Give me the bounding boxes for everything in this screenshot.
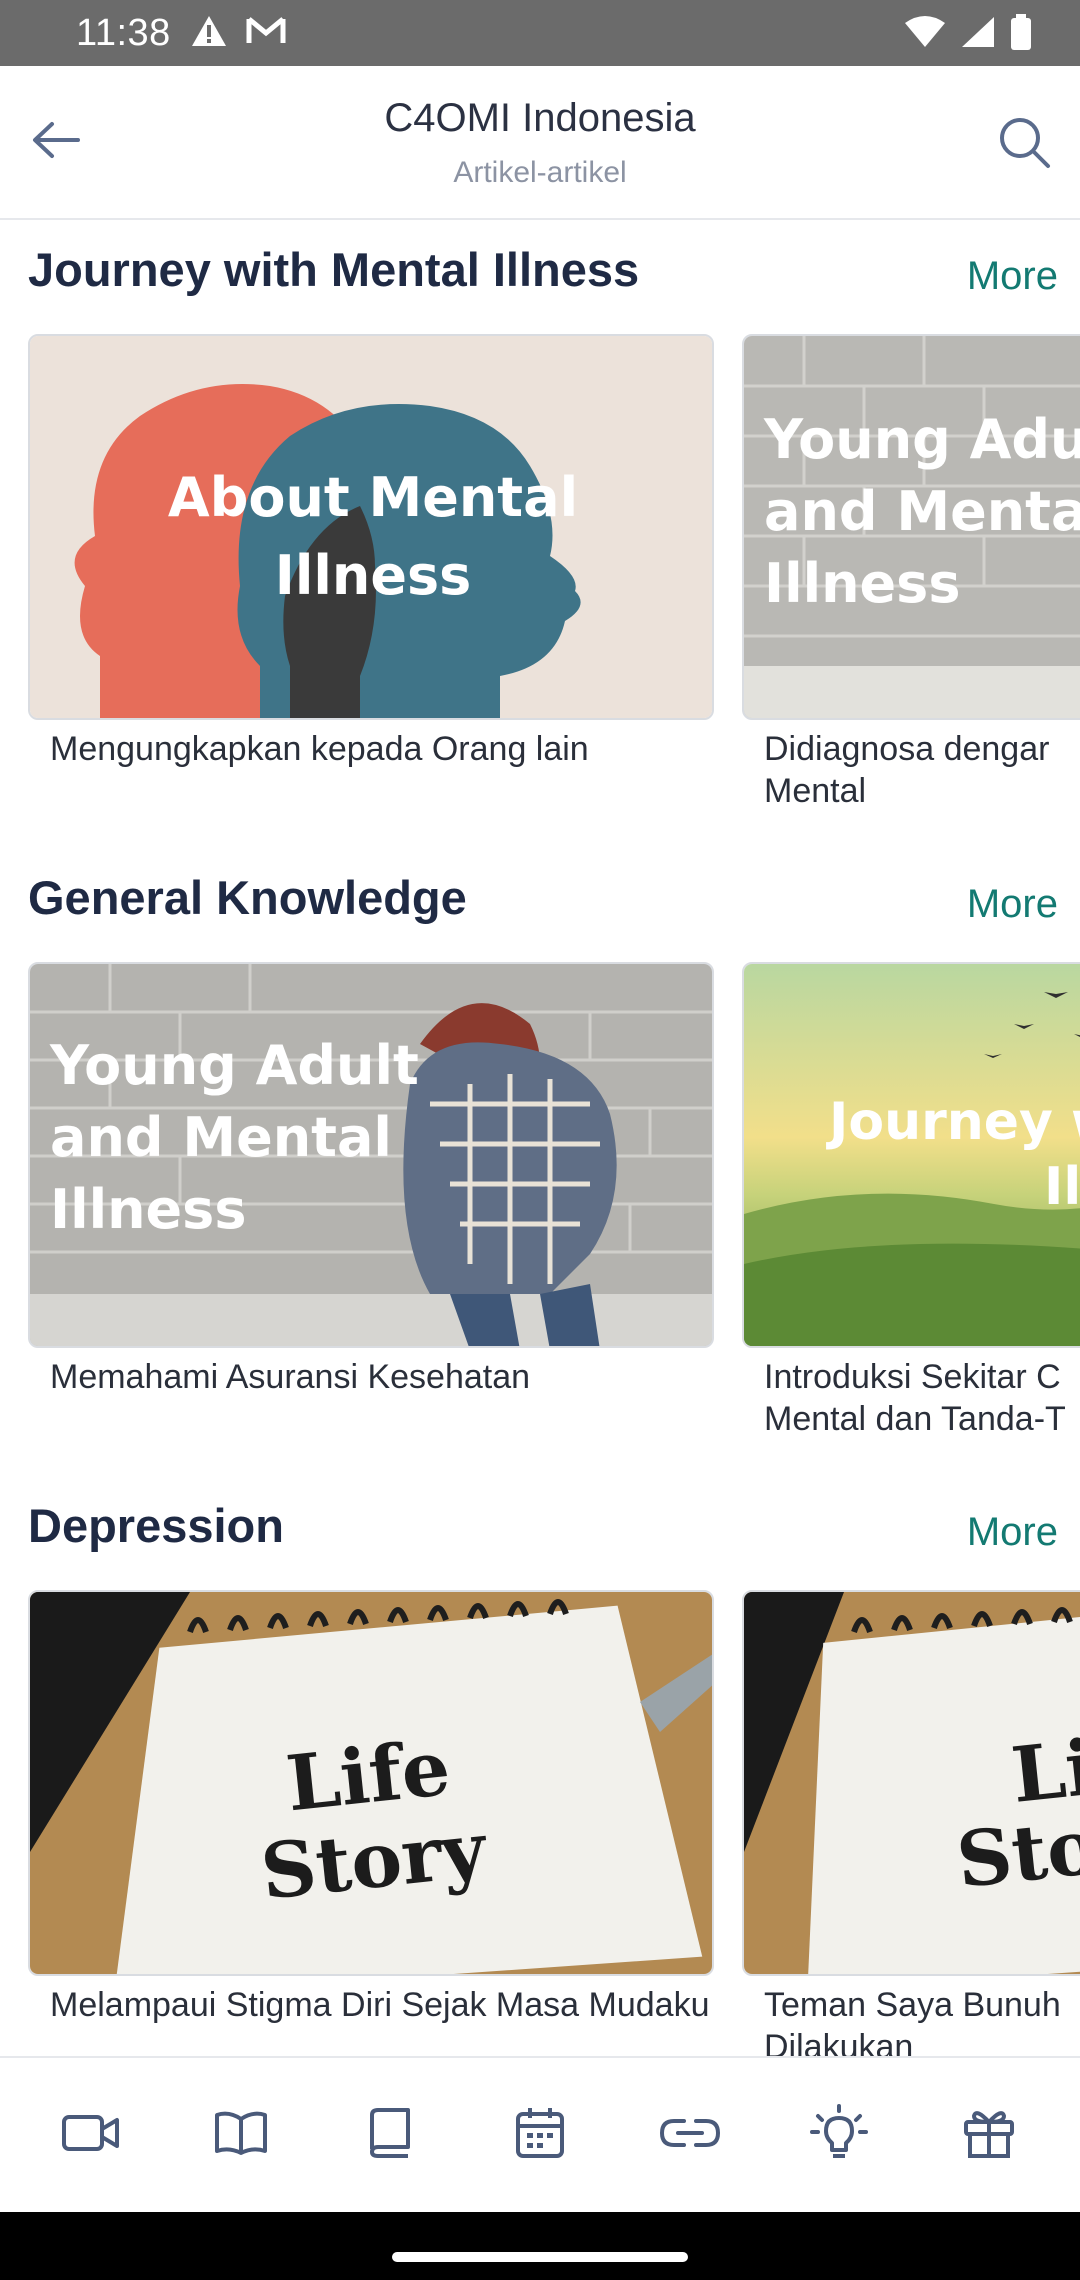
home-gesture-handle[interactable] <box>392 2252 688 2262</box>
thumbnail-text: and Mental <box>50 1106 392 1169</box>
section-journey-with-mental-illness: Journey with Mental Illness More About M… <box>0 228 1080 828</box>
thumbnail-text: About Mental <box>168 466 578 529</box>
section-title: General Knowledge <box>28 871 467 924</box>
app-header: C4OMI Indonesia Artikel-artikel <box>0 66 1080 220</box>
article-title: Didiagnosa dengar Mental <box>764 730 1050 810</box>
more-link[interactable]: More <box>967 1510 1058 1555</box>
article-thumbnail: About Mental Illness <box>28 334 714 720</box>
thumbnail-text: Young Adult <box>49 1034 419 1097</box>
article-card[interactable]: Journey w Illn Introduksi Sekitar C Ment… <box>742 962 1080 1440</box>
link-icon <box>658 2113 722 2158</box>
book-icon <box>366 2107 414 2164</box>
article-thumbnail: Li Sto <box>742 1590 1080 1976</box>
page-title: C4OMI Indonesia <box>384 96 696 140</box>
wifi-icon <box>904 15 946 54</box>
thumbnail-text: Illness <box>50 1178 246 1241</box>
article-card[interactable]: Li Sto Teman Saya Bunuh Dilakukan <box>742 1590 1080 2056</box>
section-title: Depression <box>28 1499 284 1552</box>
thumbnail-text: Journey w <box>826 1092 1080 1152</box>
video-icon <box>61 2111 121 2160</box>
nav-reading[interactable] <box>181 2075 301 2195</box>
nav-gifts[interactable] <box>929 2075 1049 2195</box>
system-navigation-bar <box>0 2212 1080 2280</box>
article-title: Melampaui Stigma Diri Sejak Masa Mudaku <box>50 1986 710 2024</box>
thumbnail-text: Illness <box>764 552 960 615</box>
search-icon <box>996 114 1052 175</box>
section-title: Journey with Mental Illness <box>28 243 640 296</box>
thumbnail-text: Young Adu <box>763 408 1080 471</box>
thumbnail-text: and Menta <box>764 480 1080 543</box>
nav-videos[interactable] <box>31 2075 151 2195</box>
page-subtitle: Artikel-artikel <box>453 156 627 189</box>
thumbnail-text: Illness <box>275 544 471 607</box>
battery-icon <box>1010 14 1032 55</box>
nav-events[interactable] <box>480 2075 600 2195</box>
article-title: Memahami Asuransi Kesehatan <box>50 1358 531 1396</box>
warning-icon <box>190 14 228 53</box>
article-card[interactable]: Life Story Melampaui Stigma Diri Sejak M… <box>28 1590 714 2026</box>
section-depression: Depression More Life Story Melampaui Sti… <box>0 1484 1080 2056</box>
status-bar: 11:38 <box>0 0 1080 66</box>
more-link[interactable]: More <box>967 882 1058 927</box>
article-thumbnail: Life Story <box>28 1590 714 1976</box>
search-button[interactable] <box>990 110 1058 178</box>
article-card[interactable]: About Mental Illness Mengungkapkan kepad… <box>28 334 714 770</box>
article-thumbnail: Young Adu and Menta Illness <box>742 334 1080 720</box>
status-time: 11:38 <box>76 12 171 54</box>
lightbulb-icon <box>810 2103 869 2167</box>
article-list[interactable]: Journey with Mental Illness More About M… <box>0 220 1080 2056</box>
gift-icon <box>962 2106 1016 2165</box>
article-thumbnail: Journey w Illn <box>742 962 1080 1348</box>
article-title: Teman Saya Bunuh Dilakukan <box>764 1986 1061 2056</box>
article-thumbnail: Young Adult and Mental Illness <box>28 962 714 1348</box>
calendar-icon <box>514 2106 566 2165</box>
bottom-navigation <box>0 2056 1080 2212</box>
section-general-knowledge: General Knowledge More Young Adult and M… <box>0 856 1080 1456</box>
nav-links[interactable] <box>630 2075 750 2195</box>
article-card[interactable]: Young Adult and Mental Illness Memahami … <box>28 962 714 1398</box>
nav-books[interactable] <box>330 2075 450 2195</box>
more-link[interactable]: More <box>967 254 1058 299</box>
open-book-icon <box>213 2109 269 2162</box>
article-title: Introduksi Sekitar C Mental dan Tanda-T <box>764 1358 1066 1438</box>
thumbnail-text: Sto <box>953 1802 1080 1905</box>
nav-tips[interactable] <box>779 2075 899 2195</box>
gmail-icon <box>246 16 286 51</box>
thumbnail-text: Illn <box>1044 1157 1080 1217</box>
signal-icon <box>960 15 996 54</box>
article-title: Mengungkapkan kepada Orang lain <box>50 730 589 768</box>
article-card[interactable]: Young Adu and Menta Illness Didiagnosa d… <box>742 334 1080 812</box>
